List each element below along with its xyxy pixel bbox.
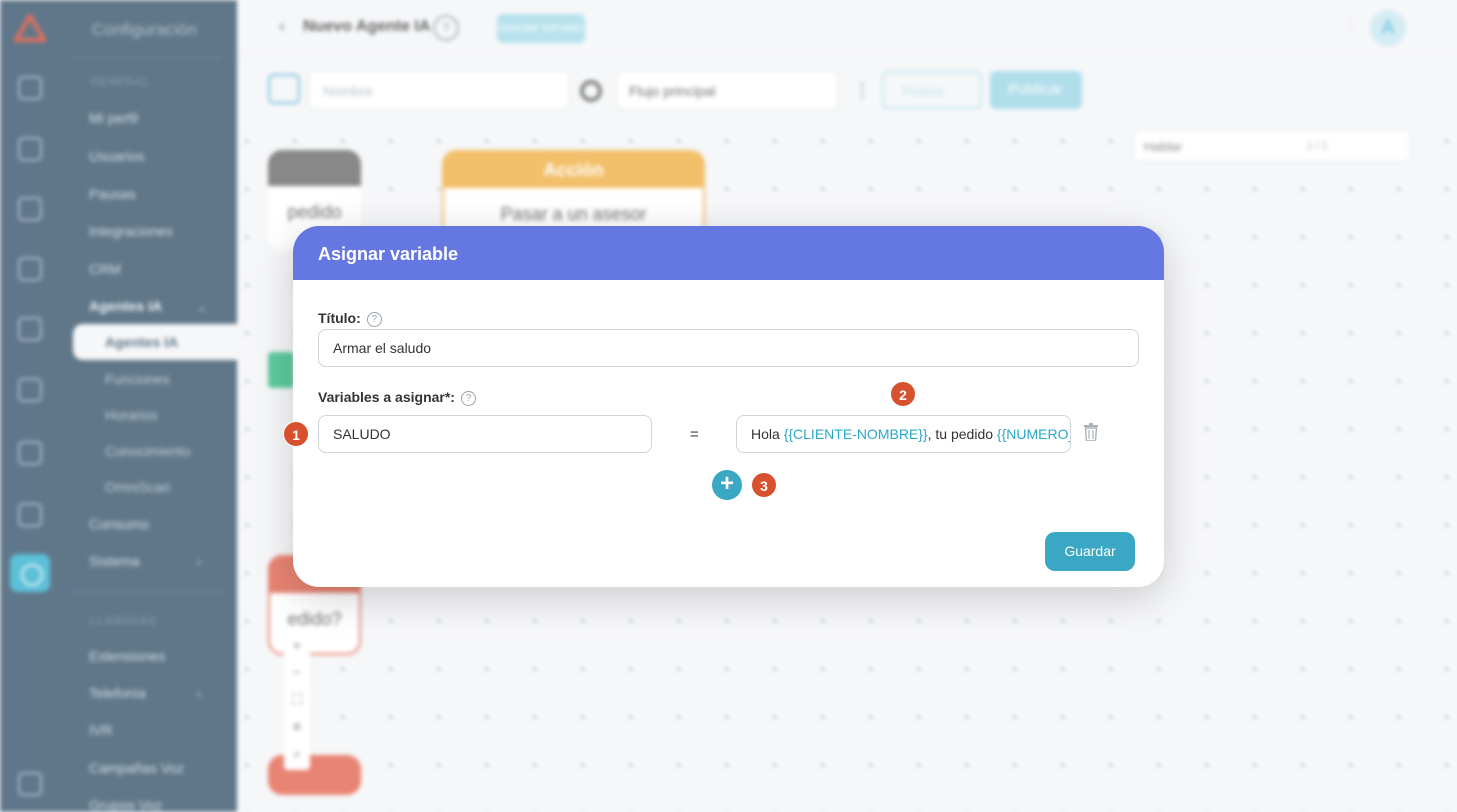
add-variable-button[interactable]: + [712,470,742,500]
title-label-text: Título: [318,310,361,326]
assign-variable-dialog: Asignar variable Título:? Armar el salud… [293,226,1164,587]
value-text: Hola [751,426,784,442]
variables-label-text: Variables a asignar*: [318,389,455,405]
dialog-title: Asignar variable [293,226,1164,280]
variable-value-input[interactable]: Hola {{CLIENTE-NOMBRE}}, tu pedido {{NUM… [736,415,1071,453]
title-label: Título:? [318,310,382,327]
save-button[interactable]: Guardar [1045,532,1135,571]
app-root: Configuración GENERAL Mi perfil Usuarios… [0,0,1457,812]
template-variable: {{NUMERO_ [996,426,1071,442]
variable-name-input[interactable]: SALUDO [318,415,652,453]
help-icon[interactable]: ? [460,391,476,406]
trash-icon[interactable] [1084,423,1098,441]
variables-label: Variables a asignar*:? [318,389,476,406]
equals-sign: = [690,426,699,443]
title-input[interactable]: Armar el saludo [318,329,1139,367]
callout-badge: 2 [890,381,916,407]
value-text: , tu pedido [927,426,997,442]
callout-badge: 1 [283,421,309,447]
callout-badge: 3 [751,472,777,498]
help-icon[interactable]: ? [366,312,382,327]
template-variable: {{CLIENTE-NOMBRE}} [783,426,928,442]
